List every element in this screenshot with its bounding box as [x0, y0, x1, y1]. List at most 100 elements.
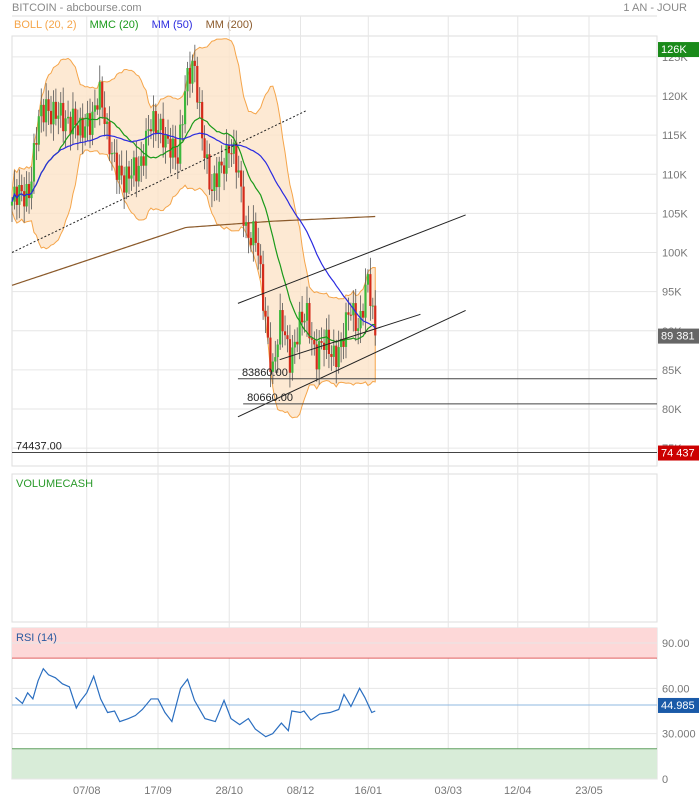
rsi-tick-label: 0 — [662, 774, 668, 786]
candle-body — [266, 316, 270, 338]
y-tick-label: 120K — [662, 91, 688, 103]
candle-body — [357, 328, 360, 331]
candle-body — [98, 81, 101, 110]
volume-title: VOLUMECASH — [16, 478, 93, 490]
candle-body — [149, 129, 153, 132]
candle-body — [105, 121, 109, 125]
candle-body — [322, 342, 326, 350]
candle-body — [96, 105, 99, 110]
candle-body — [232, 142, 235, 154]
candle-body — [127, 166, 131, 179]
volume-panel — [11, 473, 658, 623]
candle-body — [310, 338, 313, 340]
candle-body — [196, 65, 199, 103]
candle-body — [369, 274, 372, 306]
support-level-label: 80660.00 — [247, 392, 293, 404]
candle-body — [364, 284, 367, 318]
candle-body — [23, 191, 26, 207]
chart-canvas[interactable]: 07/08 17/09 28/10 08/12 16/01 03/03 12/04 23/05… — [0, 0, 699, 800]
candle-body — [330, 354, 333, 357]
candle-body — [208, 154, 211, 190]
x-tick-label: 08/12 — [287, 785, 315, 797]
candle-body — [42, 104, 45, 123]
support-level-label: 83860.00 — [242, 367, 288, 379]
rsi-badge-label: 44.985 — [661, 700, 695, 712]
candle-body — [303, 320, 306, 323]
candle-body — [374, 305, 377, 336]
candle-body — [325, 329, 328, 350]
candle-body — [108, 121, 111, 155]
candle-body — [279, 310, 282, 345]
candle-body — [252, 221, 255, 246]
mm200-line — [11, 215, 376, 286]
candle-body — [113, 152, 116, 154]
candle-body — [45, 99, 48, 123]
candle-body — [84, 126, 87, 138]
candle-body — [283, 331, 287, 336]
candle-body — [237, 170, 240, 173]
candle-body — [344, 312, 348, 347]
candle-body — [144, 130, 148, 166]
candle-body — [335, 345, 338, 368]
candle-body — [291, 347, 294, 373]
price-badge-label: 74 437 — [661, 448, 695, 460]
candle-body — [88, 113, 92, 135]
candle-body — [349, 314, 352, 316]
candle-body — [162, 118, 165, 148]
candle-body — [286, 335, 289, 340]
candle-body — [213, 173, 216, 191]
candle-body — [62, 102, 65, 132]
candle-body — [318, 341, 321, 370]
candle-body — [54, 101, 57, 119]
y-tick-label: 85K — [662, 365, 682, 377]
candle-body — [320, 341, 323, 343]
candle-body — [32, 143, 36, 182]
candle-body — [281, 310, 284, 332]
y-tick-label: 115K — [662, 130, 688, 142]
candle-body — [27, 184, 31, 199]
candle-body — [186, 68, 189, 92]
candle-body — [354, 303, 357, 331]
candle-body — [308, 303, 311, 339]
candle-body — [93, 105, 96, 112]
candle-body — [249, 237, 253, 246]
candle-body — [154, 111, 157, 134]
candle-body — [305, 303, 309, 321]
rsi-tick-label: 30.000 — [662, 729, 696, 741]
candle-body — [137, 165, 140, 182]
candle-body — [235, 142, 238, 173]
candle-body — [120, 165, 123, 176]
rsi-tick-label: 90.00 — [662, 638, 690, 650]
candle-body — [274, 357, 277, 362]
x-tick-label: 12/04 — [504, 785, 532, 797]
candle-body — [191, 60, 194, 84]
candle-body — [152, 111, 155, 132]
candle-body — [164, 135, 167, 148]
candle-body — [40, 104, 43, 117]
candle-body — [147, 129, 150, 131]
candle-body — [193, 60, 196, 66]
candle-body — [371, 305, 374, 307]
candle-body — [123, 175, 126, 193]
rsi-line — [15, 667, 376, 738]
candle-body — [361, 310, 365, 318]
candle-body — [210, 189, 214, 191]
candle-body — [115, 152, 118, 180]
candle-body — [296, 341, 299, 345]
candle-body — [244, 222, 248, 226]
candle-body — [52, 101, 55, 125]
candle-body — [86, 113, 89, 127]
candle-body — [20, 185, 23, 192]
candle-body — [198, 101, 201, 103]
candle-body — [313, 339, 316, 345]
x-tick-label: 03/03 — [434, 785, 462, 797]
candle-body — [301, 311, 304, 323]
candle-body — [254, 221, 257, 243]
candle-body — [142, 156, 145, 166]
candle-body — [203, 138, 206, 159]
price-badge-label: 89 381 — [661, 331, 695, 343]
candle-body — [132, 157, 135, 176]
candle-body — [57, 115, 60, 119]
candle-body — [264, 310, 267, 317]
candle-body — [242, 186, 245, 226]
